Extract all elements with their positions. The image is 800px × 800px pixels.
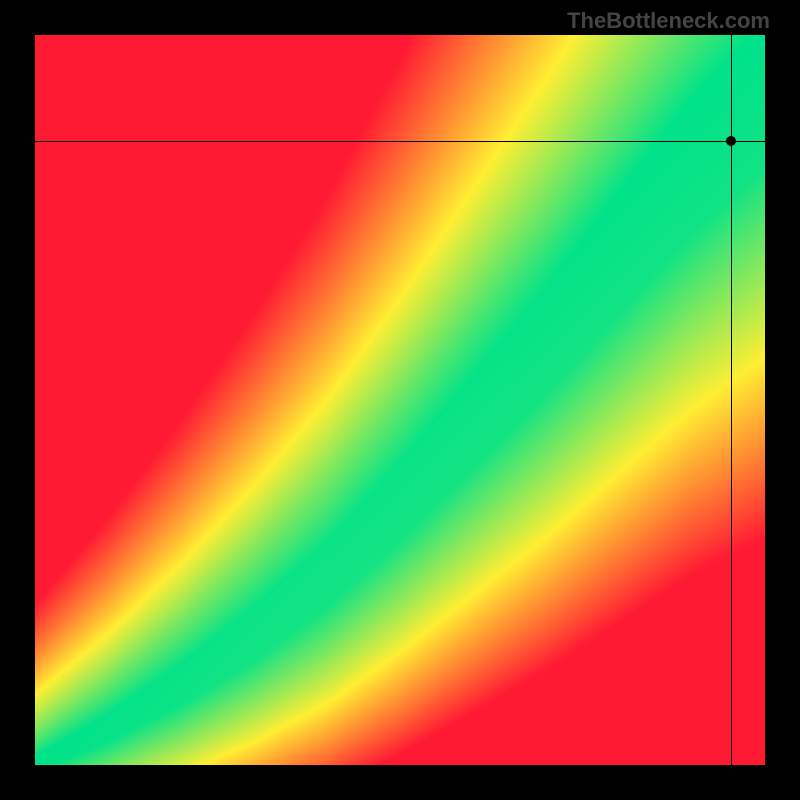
selection-marker [726, 136, 736, 146]
heatmap-canvas [35, 35, 765, 765]
watermark-text: TheBottleneck.com [567, 8, 770, 34]
plot-area [35, 35, 765, 765]
chart-container: TheBottleneck.com [0, 0, 800, 800]
crosshair-horizontal [35, 141, 765, 142]
